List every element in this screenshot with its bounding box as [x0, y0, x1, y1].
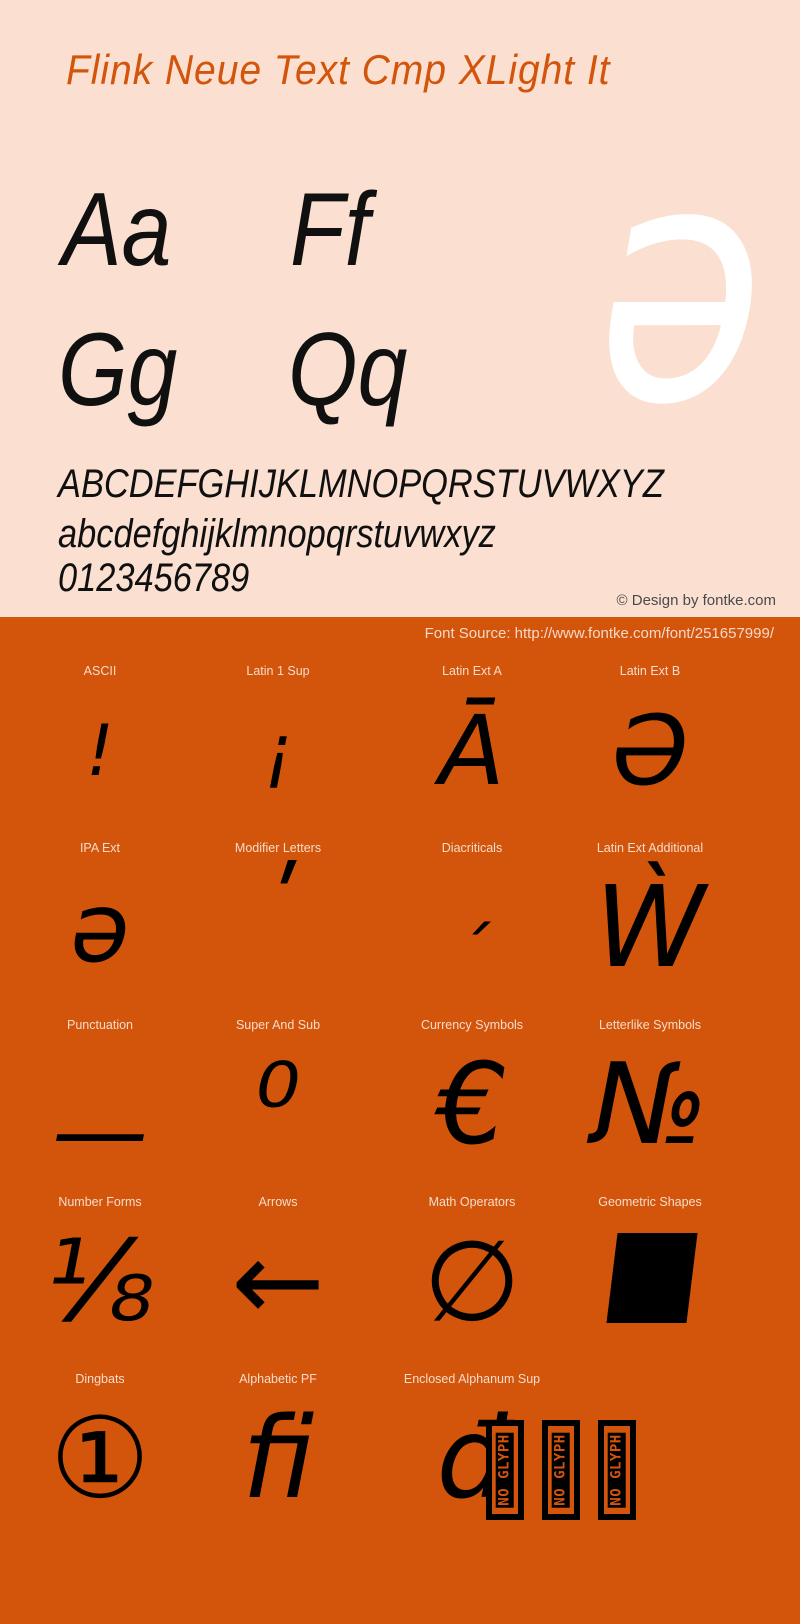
- no-glyph-label: NO GLYPH: [608, 1432, 626, 1508]
- glyph-sample: ʹ: [264, 848, 292, 960]
- glyph-category-label: Geometric Shapes: [598, 1195, 702, 1209]
- glyph-category-cell[interactable]: Super And Sub ⁰: [178, 1004, 378, 1181]
- glyph-category-cell[interactable]: Latin 1 Sup ¡: [178, 650, 378, 827]
- glyph-category-cell[interactable]: ASCII!: [0, 650, 200, 827]
- glyph-sample: ①: [49, 1394, 151, 1524]
- glyph-category-cell[interactable]: Alphabetic PF ﬁ: [178, 1358, 378, 1535]
- no-glyph-box: NO GLYPH: [598, 1420, 636, 1520]
- glyph-category-cell[interactable]: Geometric Shapes: [550, 1181, 750, 1358]
- glyph-category-cell[interactable]: Arrows ←: [178, 1181, 378, 1358]
- glyph-category-cell[interactable]: Letterlike Symbols №: [550, 1004, 750, 1181]
- glyph-category-cell[interactable]: Dingbats ①: [0, 1358, 200, 1535]
- glyph-category-label: Punctuation: [66, 1018, 134, 1032]
- glyph-row: Punctuation — Super And Sub ⁰ Currency Symbo…: [0, 1004, 800, 1187]
- glyph-category-cell[interactable]: Number Forms ⅛: [0, 1181, 200, 1358]
- glyph-sample: Ə: [612, 695, 688, 807]
- glyph-category-grid: ASCII! Latin 1 Sup ¡ Latin Ext A Ā Latin Ext …: [0, 650, 800, 1624]
- sample-letter-pair: Aa: [62, 172, 172, 288]
- no-glyph-box: NO GLYPH: [486, 1420, 524, 1520]
- glyph-sample: Ā: [439, 695, 505, 807]
- glyph-row: ASCII! Latin 1 Sup ¡ Latin Ext A Ā Latin Ext …: [0, 650, 800, 827]
- glyph-category-cell[interactable]: Punctuation —: [0, 1004, 200, 1187]
- specimen-panel: Flink Neue Text Cmp XLight It ǝ Aa Ff Gg…: [0, 0, 800, 617]
- digit-sequence: 0123456789: [58, 556, 250, 600]
- sample-letter-pair: Gg: [58, 312, 178, 428]
- no-glyph-group: NO GLYPH NO GLYPH NO GLYPH: [486, 1420, 636, 1520]
- alphabet-lowercase: abcdefghijklmnopqrstuvwxyz: [58, 512, 496, 556]
- glyph-row: Dingbats ① Alphabetic PF ﬁ Enclosed Alphanum…: [0, 1358, 800, 1535]
- no-glyph-label: NO GLYPH: [552, 1432, 570, 1508]
- glyph-category-cell[interactable]: Latin Ext Additional Ẁ: [550, 827, 750, 1004]
- glyph-sample: №: [591, 1040, 709, 1170]
- page-title: Flink Neue Text Cmp XLight It: [66, 46, 611, 93]
- glyph-row: IPA Ext ə Modifier Letters ʹ Diacriticals ˊ La…: [0, 827, 800, 1004]
- hero-glyph: ǝ: [597, 93, 764, 477]
- glyph-sample: ←: [231, 1217, 325, 1347]
- font-source-link[interactable]: Font Source: http://www.fontke.com/font/…: [425, 625, 774, 642]
- glyph-sample: Ẁ: [594, 863, 706, 993]
- glyph-category-cell[interactable]: Latin Ext BƏ: [550, 650, 750, 827]
- glyph-sample: ﬁ: [241, 1394, 315, 1524]
- glyph-category-cell[interactable]: Modifier Letters ʹ: [178, 827, 378, 1004]
- glyph-sample: €: [436, 1040, 508, 1170]
- copyright-notice: © Design by fontke.com: [616, 592, 776, 609]
- no-glyph-label: NO GLYPH: [496, 1432, 514, 1508]
- glyph-category-cell[interactable]: Latin Ext AĀ: [372, 650, 572, 827]
- glyph-sample: !: [85, 710, 115, 792]
- sample-letter-pair: Qq: [288, 312, 408, 428]
- glyph-category-cell[interactable]: Math Operators ∅: [372, 1181, 572, 1358]
- glyph-sample: ¡: [263, 710, 293, 792]
- glyph-sample: ⅛: [45, 1217, 155, 1347]
- glyph-sample: ∅: [423, 1217, 521, 1347]
- alphabet-uppercase: ABCDEFGHIJKLMNOPQRSTUVWXYZ: [58, 462, 664, 506]
- no-glyph-box: NO GLYPH: [542, 1420, 580, 1520]
- glyph-sample: ⁰: [255, 1040, 301, 1170]
- glyph-row: Number Forms ⅛ Arrows ← Math Operators ∅ Geome…: [0, 1181, 800, 1358]
- glyph-sample: ə: [70, 872, 130, 984]
- font-source-bar: Font Source: http://www.fontke.com/font/…: [0, 617, 800, 650]
- sample-letter-pair: Ff: [290, 172, 370, 288]
- glyph-category-cell[interactable]: Diacriticals ˊ: [372, 827, 572, 1004]
- glyph-category-cell[interactable]: Currency Symbols €: [372, 1004, 572, 1181]
- glyph-category-label: Diacriticals: [441, 841, 503, 855]
- parallelogram-shape-glyph: [606, 1233, 698, 1323]
- glyph-category-cell[interactable]: IPA Ext ə: [0, 827, 200, 1004]
